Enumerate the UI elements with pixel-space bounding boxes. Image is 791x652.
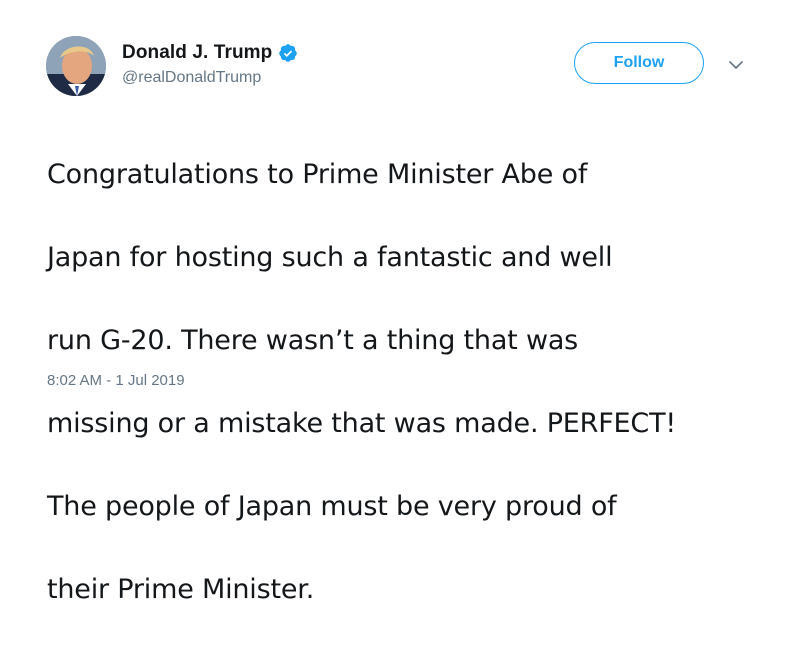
author-info: Donald J. Trump @realDonaldTrump xyxy=(122,41,298,87)
chevron-down-icon xyxy=(729,57,743,75)
tweet-text-line: The people of Japan must be very proud o… xyxy=(47,490,617,522)
tweet-text-line: Congratulations to Prime Minister Abe of xyxy=(47,158,588,190)
tweet-text-line: missing or a mistake that was made. PERF… xyxy=(47,407,676,439)
tweet-header: Donald J. Trump @realDonaldTrump Follow xyxy=(46,36,756,98)
tweet-text-line: run G-20. There wasn’t a thing that was xyxy=(47,324,579,356)
tweet-text-line: their Prime Minister. xyxy=(47,573,315,605)
name-row: Donald J. Trump xyxy=(122,41,298,65)
tweet-menu-button[interactable] xyxy=(724,54,748,78)
display-name[interactable]: Donald J. Trump xyxy=(122,42,272,64)
tweet-card: Donald J. Trump @realDonaldTrump Follow … xyxy=(0,0,791,605)
avatar-image xyxy=(46,36,106,96)
avatar[interactable] xyxy=(46,36,106,96)
tweet-text-line: Japan for hosting such a fantastic and w… xyxy=(47,241,613,273)
verified-badge-icon xyxy=(278,43,298,63)
follow-button[interactable]: Follow xyxy=(574,42,704,84)
tweet-timestamp[interactable]: 8:02 AM - 1 Jul 2019 xyxy=(47,372,185,389)
user-handle[interactable]: @realDonaldTrump xyxy=(122,69,298,87)
